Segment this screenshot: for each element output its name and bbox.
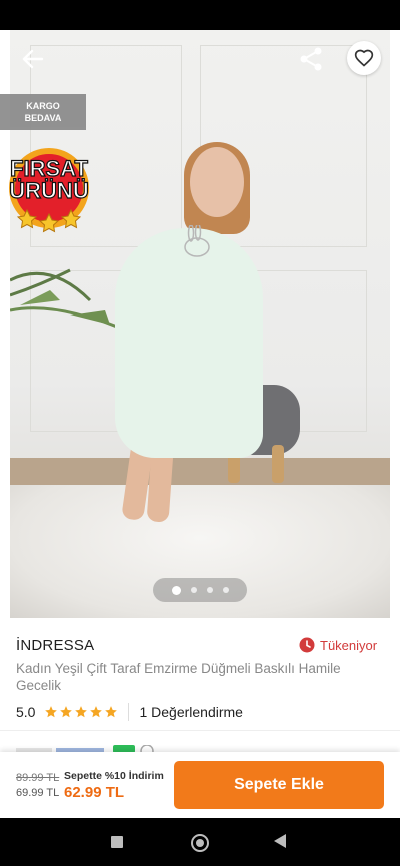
pager-dot[interactable] <box>222 587 229 593</box>
free-shipping-badge: KARGO BEDAVA <box>0 94 86 130</box>
stock-status: Tükeniyor <box>299 637 377 653</box>
favorite-button[interactable] <box>347 41 381 75</box>
deal-product-badge: FIRSAT ÜRÜNÜ <box>2 138 96 234</box>
stock-label: Tükeniyor <box>320 637 378 653</box>
badge-line-2: BEDAVA <box>24 113 62 123</box>
back-button[interactable] <box>274 834 286 848</box>
rating-value: 5.0 <box>16 704 36 720</box>
review-count[interactable]: 1 Değerlendirme <box>139 704 243 720</box>
final-price: 62.99 TL <box>64 784 125 801</box>
bunny-print <box>184 225 210 257</box>
deal-badge-graphic: FIRSAT ÜRÜNÜ <box>9 148 89 233</box>
add-to-cart-button[interactable]: Sepete Ekle <box>174 761 384 809</box>
discounted-price: 69.99 TL <box>16 787 60 799</box>
image-pager[interactable] <box>153 578 247 602</box>
old-price: 89.99 TL <box>16 772 60 784</box>
badge-line-1: KARGO <box>26 101 60 111</box>
status-bar <box>0 0 400 30</box>
deal-line-2: ÜRÜNÜ <box>9 178 88 203</box>
recents-button[interactable] <box>111 836 123 848</box>
rating-row[interactable]: 5.0 1 Değerlendirme <box>16 703 243 721</box>
star-icon <box>105 706 118 718</box>
share-icon[interactable] <box>298 46 324 72</box>
star-icon <box>75 706 88 718</box>
cart-discount-label: Sepette %10 İndirim <box>64 770 164 782</box>
home-button[interactable] <box>191 834 209 852</box>
rating-stars <box>44 705 118 719</box>
clock-icon <box>299 637 315 653</box>
heart-icon <box>354 49 374 67</box>
section-divider <box>0 730 400 731</box>
divider <box>128 703 130 721</box>
pager-dot[interactable] <box>206 587 213 593</box>
arrow-left-icon[interactable] <box>20 46 46 72</box>
star-icon <box>90 706 103 718</box>
star-icon <box>60 706 73 718</box>
pager-dot[interactable] <box>190 587 197 593</box>
brand-name[interactable]: İNDRESSA <box>16 637 94 654</box>
pager-dot-active[interactable] <box>171 585 181 595</box>
star-icon <box>45 706 58 718</box>
product-title: Kadın Yeşil Çift Taraf Emzirme Düğmeli B… <box>16 661 341 693</box>
